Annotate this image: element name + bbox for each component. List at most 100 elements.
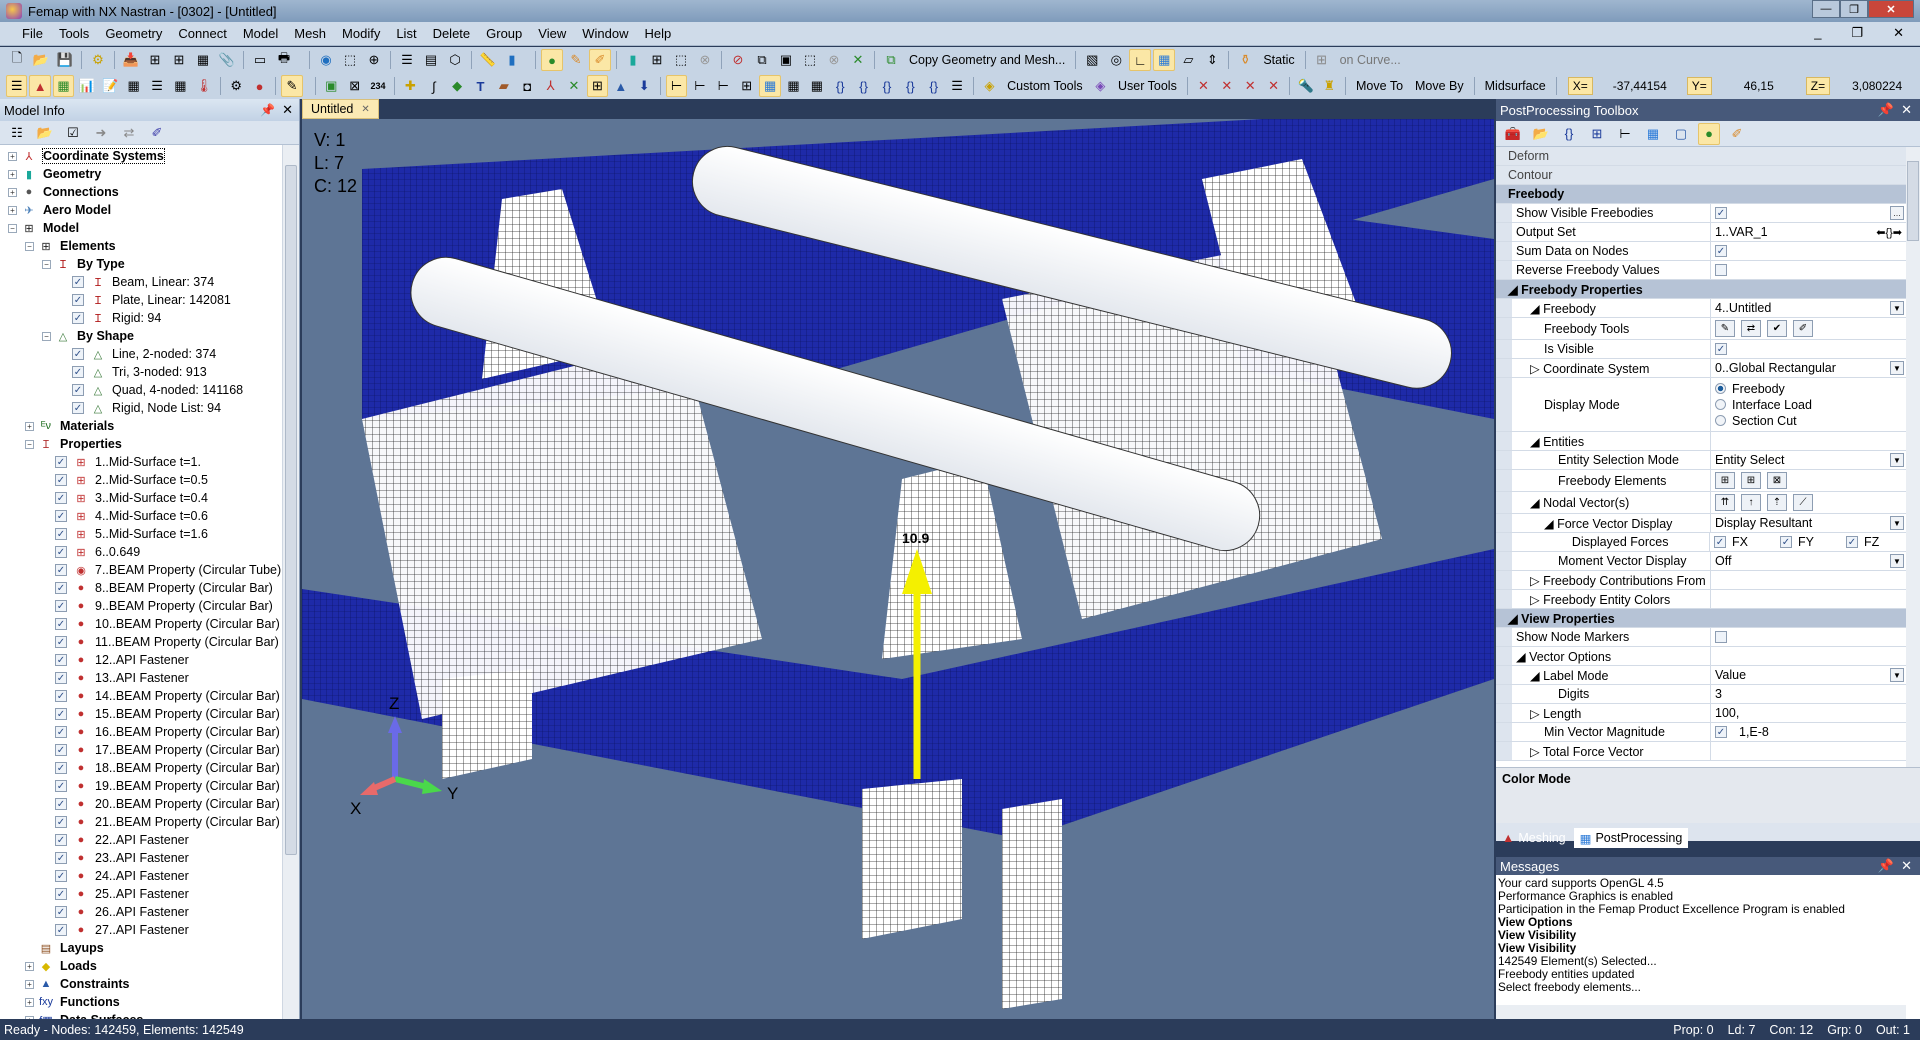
- visibility-checkbox[interactable]: ✓: [72, 402, 84, 414]
- property-value[interactable]: 4..Untitled ▼: [1711, 299, 1906, 317]
- flashlight-icon[interactable]: 🔦: [1295, 75, 1316, 97]
- visibility-checkbox[interactable]: ✓: [55, 798, 67, 810]
- collapse-icon[interactable]: −: [42, 259, 51, 269]
- property-row[interactable]: Freebody: [1496, 185, 1906, 204]
- close-panel-icon[interactable]: ✕: [1901, 102, 1912, 118]
- menu-mesh[interactable]: Mesh: [286, 26, 334, 41]
- property-value[interactable]: 100,: [1711, 704, 1906, 722]
- tree-item[interactable]: ✓ ● 13..API Fastener: [0, 669, 282, 687]
- dropdown-arrow-icon[interactable]: ▼: [1890, 301, 1904, 315]
- property-value[interactable]: Off ▼: [1711, 552, 1906, 570]
- beam-shear-icon[interactable]: ⊢: [713, 75, 734, 97]
- expand-icon[interactable]: +: [25, 997, 34, 1007]
- tree-item[interactable]: ✓ Ｉ Plate, Linear: 142081: [0, 291, 282, 309]
- visibility-checkbox[interactable]: ✓: [55, 492, 67, 504]
- tree-item[interactable]: ✓ ● 24..API Fastener: [0, 867, 282, 885]
- menu-list[interactable]: List: [388, 26, 424, 41]
- property-checkbox[interactable]: ✓: [1715, 207, 1727, 219]
- property-row[interactable]: Contour: [1496, 166, 1906, 185]
- on-curve-icon[interactable]: ⊞: [1311, 49, 1333, 71]
- tree-item[interactable]: + ᴱν Materials: [0, 417, 282, 435]
- tree-item[interactable]: + fxy Functions: [0, 993, 282, 1011]
- property-row[interactable]: Moment Vector Display Off ▼: [1496, 552, 1906, 571]
- tree-item[interactable]: ✓ ● 10..BEAM Property (Circular Bar): [0, 615, 282, 633]
- y-value[interactable]: 46,15: [1716, 79, 1802, 93]
- tool-button-icon[interactable]: ⟋: [1793, 494, 1813, 511]
- model-canvas[interactable]: 10.9 Z Y X V: 1 L: 7 C: 12: [302, 119, 1494, 1019]
- visibility-checkbox[interactable]: ✓: [72, 276, 84, 288]
- visibility-checkbox[interactable]: ✓: [72, 312, 84, 324]
- visibility-checkbox[interactable]: ✓: [55, 870, 67, 882]
- tree-item[interactable]: − ⊞ Elements: [0, 237, 282, 255]
- visibility-checkbox[interactable]: ✓: [55, 582, 67, 594]
- property-checkbox[interactable]: ✓: [1715, 726, 1727, 738]
- tree-item[interactable]: ✓ ⊞ 2..Mid-Surface t=0.5: [0, 471, 282, 489]
- mdi-minimize-icon[interactable]: _: [1806, 25, 1829, 41]
- radio-option[interactable]: Freebody: [1715, 382, 1785, 396]
- visibility-checkbox[interactable]: ✓: [55, 888, 67, 900]
- visibility-checkbox[interactable]: ✓: [55, 834, 67, 846]
- sort-icon[interactable]: ⇄: [118, 122, 140, 144]
- property-row[interactable]: ◢ Vector Options: [1496, 647, 1906, 666]
- tab-close-icon[interactable]: ✕: [361, 104, 369, 115]
- gears-icon[interactable]: ⚙: [87, 49, 109, 71]
- property-row[interactable]: Deform: [1496, 147, 1906, 166]
- tree-item[interactable]: + ⅄ Coordinate Systems: [0, 147, 282, 165]
- meshing-toolbox-icon[interactable]: ▲: [29, 75, 51, 97]
- property-value[interactable]: 1..VAR_1 ⬅{}➡: [1711, 223, 1906, 241]
- beam-diagram-icon[interactable]: ⊢: [689, 75, 710, 97]
- visibility-checkbox[interactable]: ✓: [72, 294, 84, 306]
- tool-button-icon[interactable]: ✔: [1767, 320, 1787, 337]
- list-icon[interactable]: ☰: [396, 49, 418, 71]
- menu-view[interactable]: View: [530, 26, 574, 41]
- tree-item[interactable]: ✓ △ Quad, 4-noded: 141168: [0, 381, 282, 399]
- menu-window[interactable]: Window: [574, 26, 636, 41]
- constraint-icon[interactable]: ▲: [610, 75, 631, 97]
- grid-scrollbar[interactable]: [1906, 147, 1920, 767]
- property-value[interactable]: ✓…: [1711, 204, 1906, 222]
- notes-icon[interactable]: ☰: [146, 75, 167, 97]
- property-row[interactable]: ▷ Freebody Entity Colors: [1496, 590, 1906, 609]
- tool-button-icon[interactable]: ⊠: [1767, 472, 1787, 489]
- user-tools-button[interactable]: User Tools: [1113, 79, 1182, 93]
- property-value[interactable]: [1711, 590, 1906, 608]
- delete-cyl-icon[interactable]: ✕: [1193, 75, 1214, 97]
- property-value[interactable]: 3: [1711, 685, 1906, 703]
- tree-item[interactable]: − △ By Shape: [0, 327, 282, 345]
- copy-geometry-button[interactable]: Copy Geometry and Mesh...: [904, 53, 1070, 67]
- tree-item[interactable]: ✓ Ｉ Beam, Linear: 374: [0, 273, 282, 291]
- tree-item[interactable]: ✓ ● 17..BEAM Property (Circular Bar): [0, 741, 282, 759]
- property-row[interactable]: Is Visible ✓: [1496, 340, 1906, 359]
- folder-up-icon[interactable]: 📂: [1530, 123, 1552, 145]
- mdi-close-icon[interactable]: ✕: [1885, 25, 1912, 41]
- minimize-button[interactable]: —: [1812, 0, 1840, 18]
- visibility-checkbox[interactable]: ✓: [55, 726, 67, 738]
- property-value[interactable]: Freebody Interface Load Section Cut: [1711, 378, 1906, 431]
- section-header[interactable]: ◢ View Properties: [1496, 609, 1906, 627]
- property-value[interactable]: ✓: [1711, 242, 1906, 260]
- node-icon[interactable]: ✕: [563, 75, 584, 97]
- collapse-icon[interactable]: −: [8, 223, 17, 233]
- node-spacing-icon[interactable]: ⇕: [1201, 49, 1223, 71]
- visibility-checkbox[interactable]: ✓: [55, 600, 67, 612]
- ellipsis-button[interactable]: …: [1890, 206, 1904, 220]
- property-row[interactable]: Min Vector Magnitude ✓ 1,E-8: [1496, 723, 1906, 742]
- color-grid-icon[interactable]: ▦: [806, 75, 827, 97]
- tool-button-icon[interactable]: ⇡: [1767, 494, 1787, 511]
- property-value[interactable]: [1711, 261, 1906, 279]
- property-checkbox[interactable]: [1715, 631, 1727, 643]
- property-value[interactable]: [1711, 571, 1906, 589]
- menu-group[interactable]: Group: [478, 26, 530, 41]
- property-row[interactable]: Entity Selection Mode Entity Select ▼: [1496, 451, 1906, 470]
- visibility-checkbox[interactable]: ✓: [55, 780, 67, 792]
- collapse-icon[interactable]: −: [25, 439, 34, 449]
- tree-item[interactable]: + ▲ Constraints: [0, 975, 282, 993]
- tree-item[interactable]: ▤ Layups: [0, 939, 282, 957]
- property-row[interactable]: ▷ Total Force Vector: [1496, 742, 1906, 761]
- visibility-checkbox[interactable]: ✓: [55, 762, 67, 774]
- tool-button-icon[interactable]: ⇈: [1715, 494, 1735, 511]
- tree-item[interactable]: ✓ Ｉ Rigid: 94: [0, 309, 282, 327]
- property-checkbox[interactable]: ✓: [1715, 245, 1727, 257]
- rotate-view-icon[interactable]: ◉: [315, 49, 337, 71]
- contour-icon[interactable]: ▦: [759, 75, 781, 97]
